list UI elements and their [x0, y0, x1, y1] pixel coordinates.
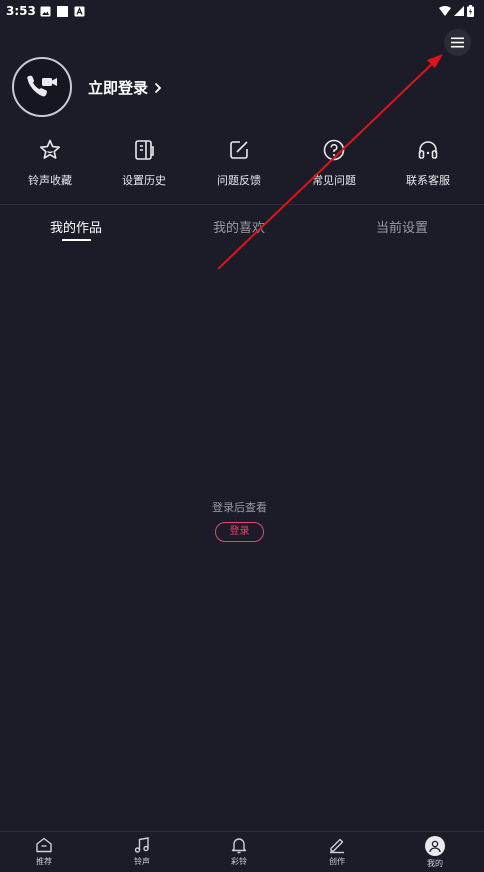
quick-action-label: 问题反馈: [217, 174, 261, 187]
active-tab-indicator: [62, 239, 91, 241]
nav-item-mine[interactable]: 我的: [405, 836, 465, 869]
app-notification-icon: [74, 6, 85, 17]
status-time: 3:53: [6, 4, 36, 18]
status-bar: 3:53: [0, 0, 484, 24]
avatar[interactable]: [12, 57, 72, 117]
nav-item-recommend[interactable]: 推荐: [14, 836, 74, 867]
history-icon: [135, 140, 154, 160]
feedback-icon: [230, 141, 248, 159]
quick-action-setting-history[interactable]: 设置历史: [104, 138, 184, 188]
bell-icon: [231, 838, 247, 854]
video-call-icon: [27, 75, 57, 97]
system-status-icons: [439, 5, 474, 17]
nav-item-ringtone[interactable]: 铃声: [112, 836, 172, 867]
chevron-right-icon: [154, 82, 162, 93]
quick-action-feedback[interactable]: 问题反馈: [199, 138, 279, 188]
nav-label: 推荐: [36, 857, 52, 866]
battery-icon: [467, 5, 474, 17]
profile-icon: [425, 836, 445, 856]
tab-current-settings[interactable]: 当前设置: [376, 217, 428, 236]
pen-icon: [330, 838, 344, 854]
home-icon: [36, 837, 52, 853]
nav-label: 我的: [427, 859, 443, 868]
wifi-icon: [439, 6, 451, 16]
headset-icon: [418, 141, 438, 159]
quick-action-label: 常见问题: [312, 174, 356, 187]
square-notification-icon: [57, 6, 68, 17]
login-button[interactable]: 登录: [215, 522, 264, 542]
quick-action-label: 铃声收藏: [28, 174, 72, 187]
image-notification-icon: [40, 6, 51, 17]
tab-my-likes[interactable]: 我的喜欢: [213, 217, 265, 236]
star-icon: [40, 139, 60, 159]
question-icon: [323, 139, 345, 161]
quick-actions-row: 铃声收藏 设置历史 问题反馈 常见问题 联系客服: [0, 138, 484, 188]
nav-label: 铃声: [134, 857, 150, 866]
quick-action-ringtone-favorites[interactable]: 铃声收藏: [10, 138, 90, 188]
quick-action-faq[interactable]: 常见问题: [294, 138, 374, 188]
nav-label: 彩铃: [231, 857, 247, 866]
divider: [0, 204, 484, 205]
nav-item-color-ring[interactable]: 彩铃: [209, 836, 269, 867]
nav-label: 创作: [329, 857, 345, 866]
empty-state-message: 登录后查看: [212, 501, 267, 514]
nav-item-create[interactable]: 创作: [307, 836, 367, 867]
quick-action-customer-service[interactable]: 联系客服: [388, 138, 468, 188]
menu-button[interactable]: [444, 29, 471, 56]
annotation-arrow: [217, 54, 443, 270]
notification-icons: [40, 6, 85, 17]
quick-action-label: 联系客服: [406, 174, 450, 187]
bottom-navigation: 推荐 铃声 彩铃 创作 我的: [0, 831, 484, 872]
music-note-icon: [134, 837, 149, 853]
hamburger-menu-icon: [451, 37, 464, 48]
signal-icon: [454, 6, 464, 16]
login-link[interactable]: 立即登录: [88, 77, 162, 98]
tab-my-works[interactable]: 我的作品: [50, 217, 102, 236]
quick-action-label: 设置历史: [122, 174, 166, 187]
login-label: 立即登录: [88, 79, 149, 97]
person-icon: [429, 840, 441, 853]
